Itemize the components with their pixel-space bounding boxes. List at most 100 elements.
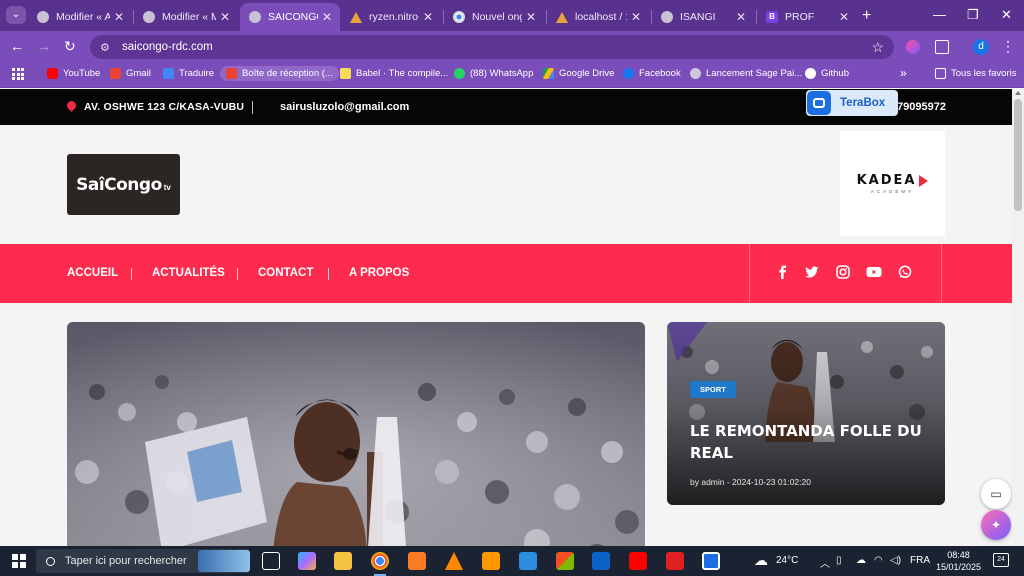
task-view-icon[interactable]	[262, 552, 280, 570]
windows-start-icon[interactable]	[12, 554, 26, 568]
youtube-icon	[47, 68, 58, 79]
facebook-icon[interactable]	[776, 265, 790, 279]
search-icon	[46, 556, 55, 566]
site-info-icon[interactable]: ⚙	[100, 41, 114, 54]
site-header: SaîCongo tv KADEA ACADEMY	[0, 125, 1012, 244]
bookmark-inbox[interactable]: Boîte de réception (...	[220, 66, 339, 81]
bookmark-star-icon[interactable]: ☆	[871, 39, 884, 56]
sublime-text-icon[interactable]	[482, 552, 500, 570]
xampp-icon[interactable]	[408, 552, 426, 570]
bookmark-sage[interactable]: Lancement Sage Pai...	[690, 68, 802, 79]
site-logo[interactable]: SaîCongo tv	[67, 154, 180, 215]
close-icon[interactable]: ✕	[318, 10, 336, 24]
scroll-thumb[interactable]	[1014, 99, 1022, 211]
reload-button[interactable]: ↻	[64, 38, 76, 55]
close-icon[interactable]: ✕	[627, 10, 645, 24]
more-bookmarks-button[interactable]: »	[900, 66, 907, 80]
page-scrollbar[interactable]	[1012, 89, 1024, 546]
tab-search-button[interactable]: ⌄	[6, 6, 26, 24]
article-title[interactable]: LE REMONTANDA FOLLE DU REAL	[690, 420, 930, 464]
bookmark-gmail[interactable]: Gmail	[110, 68, 151, 79]
file-explorer-icon[interactable]	[334, 552, 352, 570]
bookmark-translate[interactable]: Traduire	[163, 68, 214, 79]
close-icon[interactable]: ✕	[216, 10, 234, 24]
outlook-icon[interactable]	[592, 552, 610, 570]
bookmark-youtube[interactable]: YouTube	[47, 68, 100, 79]
tab-8[interactable]: B PROF ✕	[757, 3, 857, 31]
youtube-icon[interactable]	[866, 265, 882, 279]
address-bar[interactable]: ⚙ saicongo-rdc.com ☆	[90, 35, 894, 59]
weather-cloud-icon[interactable]: ☁	[754, 552, 768, 569]
instagram-icon[interactable]	[836, 265, 850, 279]
nav-contact[interactable]: CONTACT	[258, 267, 313, 279]
notification-center-icon[interactable]: 24	[993, 553, 1009, 567]
category-badge[interactable]: SPORT	[690, 381, 736, 398]
weather-temperature[interactable]: 24°C	[776, 555, 798, 566]
tab-4[interactable]: ryzen.nitro-s ✕	[341, 3, 441, 31]
microsoft-store-icon[interactable]	[556, 552, 574, 570]
input-language[interactable]: FRA	[910, 555, 930, 566]
tab-7[interactable]: ISANGI ✕	[652, 3, 754, 31]
sponsor-banner[interactable]: KADEA ACADEMY	[840, 131, 945, 236]
profile-avatar[interactable]: d	[973, 39, 989, 55]
hero-article-image[interactable]	[67, 322, 645, 546]
featured-article-card[interactable]: SPORT LE REMONTANDA FOLLE DU REAL by adm…	[667, 322, 945, 505]
nav-a-propos[interactable]: A PROPOS	[349, 267, 409, 279]
reading-mode-icon[interactable]: ▭	[981, 479, 1011, 509]
bookmark-github[interactable]: Github	[805, 68, 849, 79]
tab-2[interactable]: Modifier « M ✕	[134, 3, 238, 31]
menu-kebab-icon[interactable]: ⋮	[1001, 38, 1015, 55]
vscode-icon[interactable]	[519, 552, 537, 570]
bookmark-babel[interactable]: Babel · The compile...	[340, 68, 448, 79]
acrobat-icon[interactable]	[666, 552, 684, 570]
taskbar-clock[interactable]: 08:48 15/01/2025	[936, 549, 981, 573]
nav-accueil[interactable]: ACCUEIL	[67, 267, 118, 279]
forward-button[interactable]: →	[37, 38, 51, 54]
scroll-up-arrow-icon[interactable]	[1015, 91, 1021, 95]
bootstrap-icon: B	[766, 11, 778, 23]
close-window-button[interactable]: ✕	[1001, 7, 1012, 23]
restore-button[interactable]: ❐	[967, 7, 979, 23]
new-tab-button[interactable]: +	[862, 7, 871, 25]
tray-overflow-icon[interactable]: ︿	[820, 555, 830, 570]
copilot-icon[interactable]	[906, 40, 920, 54]
tab-1[interactable]: Modifier « A ✕	[28, 3, 132, 31]
all-bookmarks[interactable]: Tous les favoris	[935, 68, 1016, 79]
youtube-icon[interactable]	[629, 552, 647, 570]
phone-link-icon[interactable]: ▯	[836, 555, 842, 566]
xampp-icon	[556, 11, 568, 23]
chrome-icon[interactable]	[371, 552, 389, 576]
bookmark-whatsapp[interactable]: (88) WhatsApp	[454, 68, 533, 79]
apps-grid-icon[interactable]	[12, 68, 24, 80]
tab-3-active[interactable]: SAICONGO T ✕	[240, 3, 340, 31]
vlc-icon[interactable]	[445, 552, 463, 570]
close-icon[interactable]: ✕	[522, 10, 540, 24]
copilot-icon[interactable]	[298, 552, 316, 570]
tab-5[interactable]: Nouvel ongl ✕	[444, 3, 544, 31]
assistant-icon[interactable]: ✦	[981, 510, 1011, 540]
bookmark-facebook[interactable]: Facebook	[623, 68, 681, 79]
close-icon[interactable]: ✕	[419, 10, 437, 24]
wifi-icon[interactable]: ◠	[874, 555, 883, 566]
twitter-icon[interactable]	[805, 265, 819, 279]
volume-icon[interactable]: ◁)	[890, 555, 901, 566]
onedrive-icon[interactable]: ☁	[856, 555, 866, 566]
tab-6[interactable]: localhost / 1 ✕	[547, 3, 649, 31]
bookmark-google-drive[interactable]: Google Drive	[543, 68, 614, 79]
close-icon[interactable]: ✕	[110, 10, 128, 24]
terabox-extension-button[interactable]: TeraBox	[806, 90, 898, 116]
close-icon[interactable]: ✕	[732, 10, 750, 24]
minimize-button[interactable]: —	[933, 7, 946, 22]
tab-title: localhost / 1	[575, 11, 627, 23]
tab-title: ISANGI	[680, 11, 716, 23]
terabox-icon[interactable]	[702, 552, 720, 570]
close-icon[interactable]: ✕	[835, 10, 853, 24]
nav-actualites[interactable]: ACTUALITÉS	[152, 267, 225, 279]
site-phone: 79095972	[897, 101, 946, 113]
site-email[interactable]: sairusluzolo@gmail.com	[280, 101, 409, 113]
search-highlight-image[interactable]	[198, 550, 250, 572]
extensions-icon[interactable]	[935, 40, 949, 54]
back-button[interactable]: ←	[10, 38, 24, 54]
translate-icon	[163, 68, 174, 79]
whatsapp-icon[interactable]	[898, 265, 912, 279]
